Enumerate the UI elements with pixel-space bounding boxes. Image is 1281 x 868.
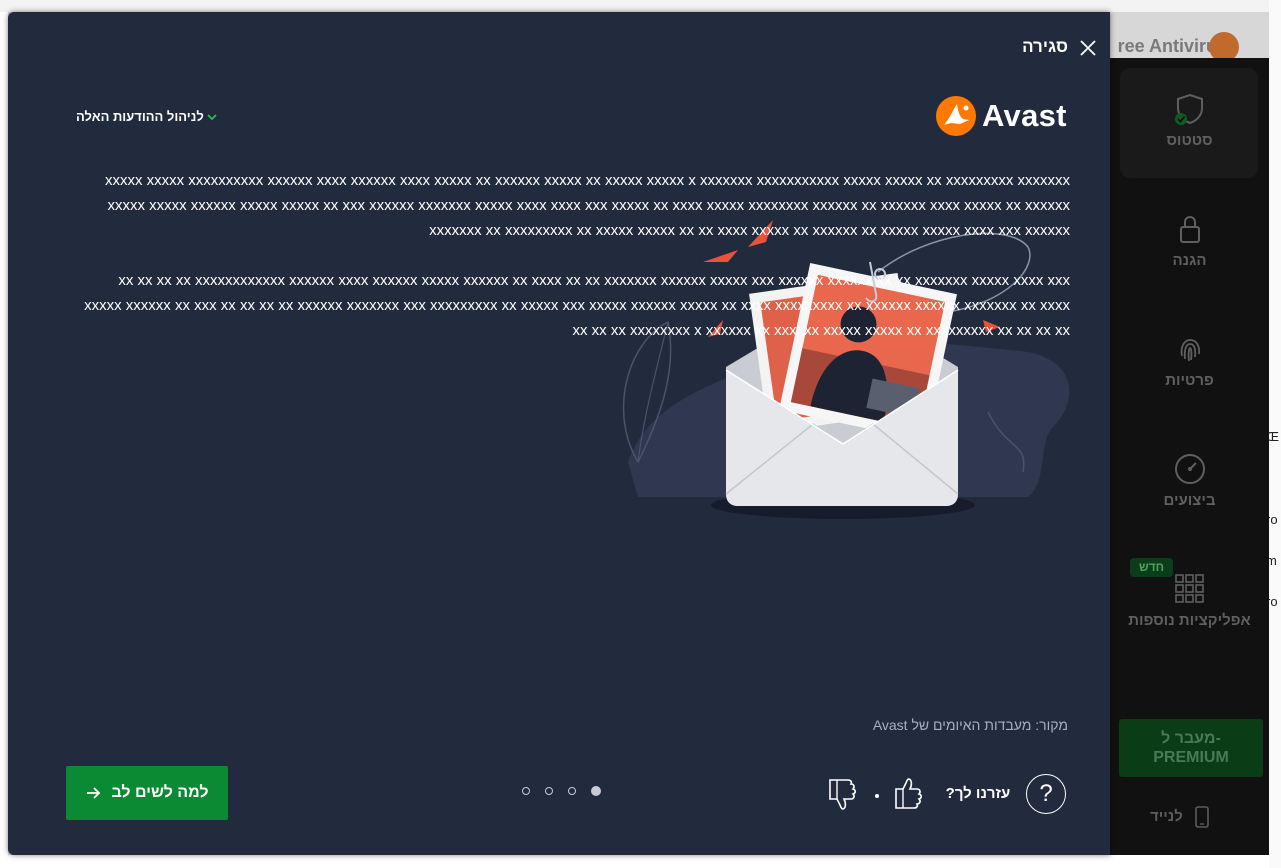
sidebar-item-label: ביצועים	[1163, 492, 1216, 509]
pager-dot[interactable]	[522, 787, 530, 795]
message-paragraph-1: xxxxx xxxxx xxxxxxxxxx xxxxxx xxxx xxxxx…	[104, 172, 1070, 239]
what-to-watch-button[interactable]: למה לשים לב	[66, 766, 228, 820]
pager-dot-active[interactable]	[591, 786, 601, 796]
sidebar-item-label: סטטוס	[1166, 132, 1213, 149]
avast-logo-icon	[936, 96, 976, 136]
new-badge: חדש	[1130, 558, 1173, 577]
shield-check-icon	[1174, 93, 1203, 125]
feedback-question: עזרנו לך?	[945, 785, 1011, 802]
close-label[interactable]: סגירה	[1008, 37, 1068, 57]
mobile-link[interactable]: לנייד	[1150, 806, 1209, 828]
manage-notifications-label: לניהול ההודעות האלה	[76, 109, 204, 124]
speedometer-icon	[1174, 454, 1205, 484]
chevron-down-icon	[207, 113, 217, 120]
sidebar-item-status[interactable]: סטטוס	[1110, 92, 1269, 149]
pager-dot[interactable]	[568, 787, 576, 795]
cta-label: למה לשים לב	[111, 784, 209, 801]
phone-icon	[1195, 806, 1209, 828]
sidebar-item-privacy[interactable]: פרטיות	[1110, 332, 1269, 389]
sidebar-item-label: פרטיות	[1165, 372, 1214, 389]
arrow-right-icon	[87, 787, 101, 799]
pager-dots	[522, 786, 601, 796]
premium-line1: מעבר ל-	[1161, 730, 1221, 747]
help-icon[interactable]: ?	[1026, 774, 1066, 814]
mobile-label: לנייד	[1150, 807, 1183, 825]
message-paragraph-2: xx xx xx xx xxxxxxxxxxxx xxxxxx xxxx xxx…	[84, 272, 1070, 339]
background-window-topbar	[0, 0, 1281, 12]
sidebar-item-more-apps[interactable]: אפליקציות נוספות	[1110, 572, 1269, 629]
thumbs-down-icon[interactable]	[826, 776, 862, 812]
source-attribution: מקור: מעבדות האיומים של Avast	[872, 717, 1068, 733]
phishing-envelope-illustration	[622, 220, 1070, 519]
apps-grid-icon	[1174, 574, 1204, 603]
sidebar-item-protection[interactable]: הגנה	[1110, 212, 1269, 269]
thumbs-up-icon[interactable]	[892, 776, 928, 812]
pager-dot[interactable]	[545, 787, 553, 795]
separator-dot	[875, 794, 879, 798]
feedback-bar: עזרנו לך? ?	[826, 774, 1070, 818]
avast-logo: Avast	[936, 96, 1067, 136]
sidebar-item-label: אפליקציות נוספות	[1128, 612, 1251, 629]
close-icon[interactable]	[1076, 36, 1100, 60]
fingerprint-icon	[1180, 339, 1200, 362]
manage-notifications-link[interactable]: לניהול ההודעות האלה	[76, 109, 217, 124]
sidebar-item-label: הגנה	[1172, 252, 1207, 269]
sidebar-item-performance[interactable]: ביצועים	[1110, 452, 1269, 509]
premium-line2: PREMIUM	[1153, 749, 1229, 766]
brand-name: Avast	[982, 98, 1067, 133]
lock-icon	[1179, 216, 1200, 243]
notification-modal: סגירה לניהול ההודעות האלה Avast xxxxx xx…	[8, 12, 1110, 855]
upgrade-premium-button[interactable]: מעבר ל- PREMIUM	[1119, 719, 1263, 777]
